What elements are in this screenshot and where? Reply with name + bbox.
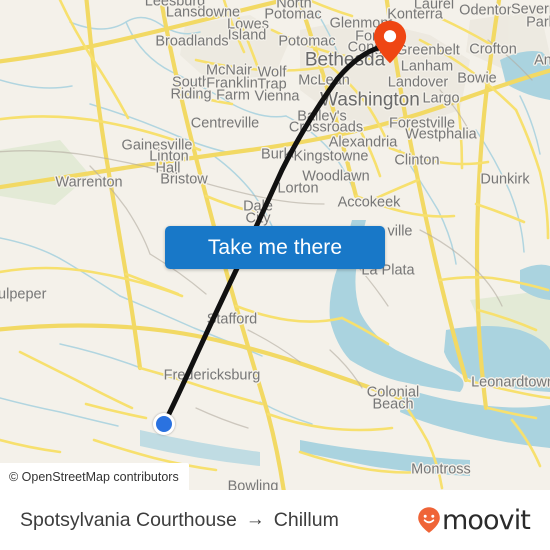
take-me-there-button[interactable]: Take me there bbox=[165, 226, 385, 269]
destination-pin-icon[interactable] bbox=[373, 20, 407, 64]
origin-dot[interactable] bbox=[153, 413, 175, 435]
moovit-logo[interactable]: moovit bbox=[417, 504, 531, 536]
trip-title: Spotsylvania Courthouse → Chillum bbox=[20, 509, 339, 532]
footer-bar: Spotsylvania Courthouse → Chillum moovit bbox=[0, 490, 550, 550]
trip-destination-label: Chillum bbox=[273, 508, 339, 531]
moovit-pin-icon bbox=[418, 507, 440, 533]
trip-origin-label: Spotsylvania Courthouse bbox=[20, 508, 237, 531]
map-canvas[interactable]: .wtr { fill:#aad3df; } .wln { fill:none;… bbox=[0, 0, 550, 490]
osm-attribution[interactable]: © OpenStreetMap contributors bbox=[0, 463, 189, 490]
moovit-wordmark: moovit bbox=[441, 504, 531, 536]
moovit-trip-screen: .wtr { fill:#aad3df; } .wln { fill:none;… bbox=[0, 0, 550, 550]
arrow-right-icon: → bbox=[245, 509, 265, 530]
